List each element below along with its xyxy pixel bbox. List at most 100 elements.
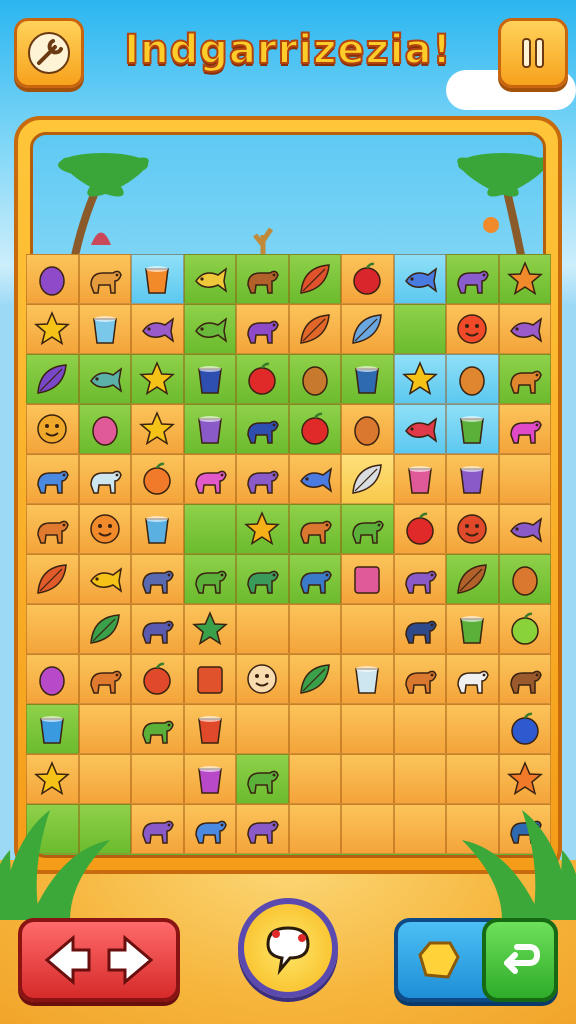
board-tile[interactable] (26, 504, 79, 554)
board-tile[interactable] (183, 654, 236, 704)
board-tile[interactable] (446, 304, 499, 354)
board-tile[interactable] (236, 504, 289, 554)
board-tile[interactable] (393, 354, 446, 404)
board-tile[interactable] (393, 454, 446, 504)
board-tile[interactable] (131, 754, 184, 804)
board-tile[interactable] (78, 604, 131, 654)
board-tile[interactable] (288, 604, 341, 654)
board-tile[interactable] (78, 704, 131, 754)
board-tile[interactable] (341, 354, 394, 404)
board-tile[interactable] (288, 354, 341, 404)
board-tile[interactable] (131, 604, 184, 654)
board-tile[interactable] (288, 654, 341, 704)
board-tile[interactable] (341, 454, 394, 504)
board-tile[interactable] (183, 304, 236, 354)
board-tile[interactable] (236, 304, 289, 354)
board-tile[interactable] (288, 454, 341, 504)
board-tile[interactable] (393, 654, 446, 704)
board-tile[interactable] (236, 404, 289, 454)
board-tile[interactable] (446, 354, 499, 404)
board-tile[interactable] (78, 354, 131, 404)
board-tile[interactable] (288, 704, 341, 754)
board-tile[interactable] (26, 254, 79, 304)
move-button[interactable] (18, 918, 180, 1002)
board-tile[interactable] (446, 454, 499, 504)
board-tile[interactable] (341, 254, 394, 304)
board-tile[interactable] (131, 354, 184, 404)
board-tile[interactable] (183, 454, 236, 504)
board-tile[interactable] (236, 654, 289, 704)
board-tile[interactable] (393, 554, 446, 604)
board-tile[interactable] (446, 504, 499, 554)
board-tile[interactable] (288, 404, 341, 454)
board-tile[interactable] (131, 304, 184, 354)
board-tile[interactable] (393, 404, 446, 454)
board-tile[interactable] (183, 554, 236, 604)
board-tile[interactable] (236, 604, 289, 654)
hint-button[interactable] (238, 898, 338, 998)
board-tile[interactable] (131, 554, 184, 604)
board-tile[interactable] (26, 304, 79, 354)
board-tile[interactable] (498, 304, 551, 354)
board-tile[interactable] (131, 404, 184, 454)
board-tile[interactable] (183, 504, 236, 554)
board-tile[interactable] (393, 604, 446, 654)
board-tile[interactable] (26, 454, 79, 504)
board-tile[interactable] (183, 604, 236, 654)
board-tile[interactable] (341, 404, 394, 454)
board-tile[interactable] (288, 304, 341, 354)
board-tile[interactable] (393, 504, 446, 554)
board-tile[interactable] (393, 704, 446, 754)
board-tile[interactable] (236, 704, 289, 754)
board-tile[interactable] (78, 454, 131, 504)
board-tile[interactable] (446, 254, 499, 304)
board-tile[interactable] (498, 554, 551, 604)
board-tile[interactable] (498, 404, 551, 454)
board-tile[interactable] (131, 704, 184, 754)
board-tile[interactable] (236, 254, 289, 304)
board-tile[interactable] (341, 654, 394, 704)
board-tile[interactable] (498, 454, 551, 504)
board-tile[interactable] (236, 454, 289, 504)
board-tile[interactable] (78, 254, 131, 304)
board-tile[interactable] (183, 754, 236, 804)
board-tile[interactable] (26, 404, 79, 454)
board-tile[interactable] (288, 754, 341, 804)
board-tile[interactable] (236, 554, 289, 604)
board-tile[interactable] (183, 404, 236, 454)
board-tile[interactable] (236, 754, 289, 804)
board-tile[interactable] (446, 554, 499, 604)
board-tile[interactable] (341, 754, 394, 804)
pause-button[interactable] (498, 18, 568, 88)
board-tile[interactable] (288, 554, 341, 604)
board-tile[interactable] (183, 704, 236, 754)
board-tile[interactable] (341, 604, 394, 654)
board-tile[interactable] (446, 654, 499, 704)
board-tile[interactable] (131, 654, 184, 704)
board-tile[interactable] (78, 654, 131, 704)
board-tile[interactable] (78, 304, 131, 354)
board-tile[interactable] (341, 304, 394, 354)
board-tile[interactable] (498, 504, 551, 554)
board-tile[interactable] (131, 454, 184, 504)
board-tile[interactable] (288, 804, 341, 854)
board-tile[interactable] (341, 804, 394, 854)
board-tile[interactable] (78, 504, 131, 554)
board-tile[interactable] (446, 604, 499, 654)
board-tile[interactable] (183, 354, 236, 404)
board-tile[interactable] (26, 654, 79, 704)
board-tile[interactable] (26, 554, 79, 604)
board-tile[interactable] (131, 804, 184, 854)
board-tile[interactable] (78, 404, 131, 454)
board-tile[interactable] (236, 354, 289, 404)
board-tile[interactable] (26, 704, 79, 754)
board-tile[interactable] (498, 354, 551, 404)
board-tile[interactable] (341, 704, 394, 754)
board-tile[interactable] (446, 704, 499, 754)
board-tile[interactable] (393, 304, 446, 354)
board-tile[interactable] (498, 254, 551, 304)
board-tile[interactable] (446, 404, 499, 454)
board-tile[interactable] (498, 654, 551, 704)
undo-button[interactable] (482, 918, 558, 1002)
settings-button[interactable] (14, 18, 84, 88)
